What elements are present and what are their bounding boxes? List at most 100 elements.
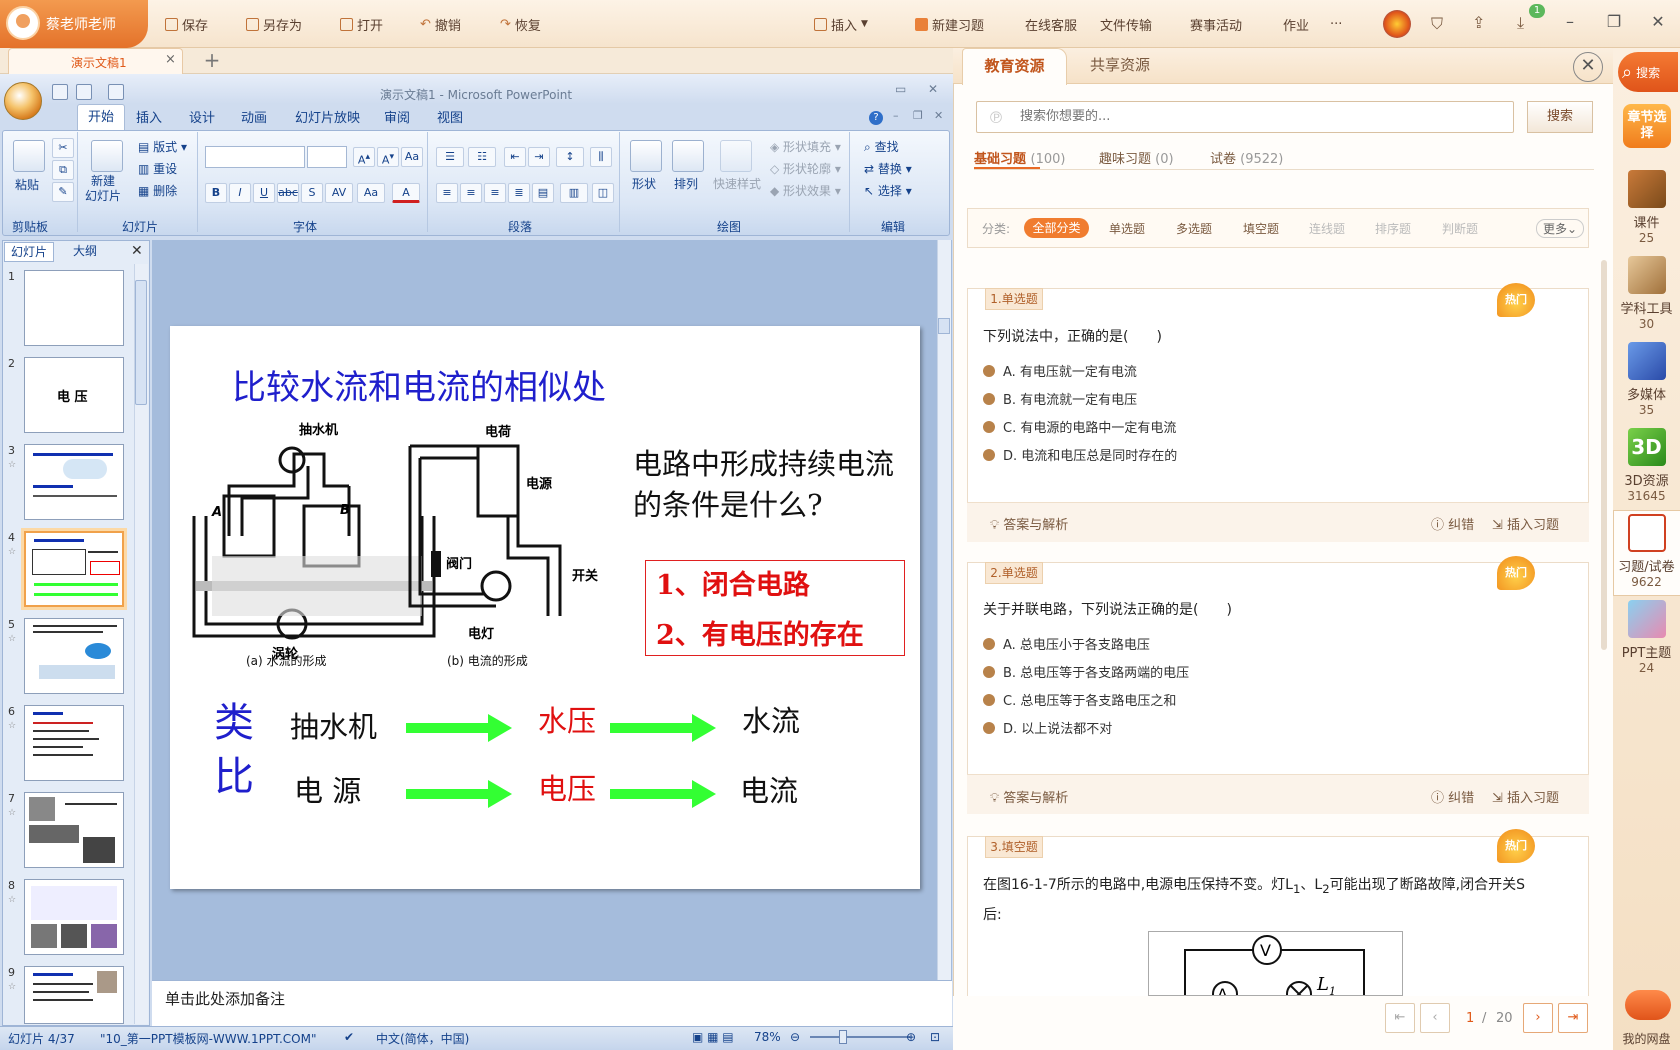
tab-fun-exercises[interactable]: 趣味习题 (0) (1099, 148, 1174, 167)
font-size-select[interactable] (307, 146, 347, 168)
underline-icon[interactable]: U (253, 183, 275, 203)
new-exercise-button[interactable]: 新建习题 (915, 14, 984, 34)
align-left-icon[interactable]: ≡ (436, 183, 458, 203)
pp-close-icon[interactable]: ✕ (928, 82, 938, 96)
answer-analysis-button[interactable]: 💡︎ 答案与解析 (990, 787, 1068, 806)
zoom-in-icon[interactable]: ⊕ (906, 1030, 916, 1044)
char-spacing-icon[interactable]: AV (325, 183, 353, 203)
insert-menu[interactable]: 插入 ▼ (814, 14, 868, 34)
tab-slideshow[interactable]: 幻灯片放映 (295, 107, 360, 126)
search-input[interactable] (1020, 109, 1420, 124)
paste-label[interactable]: 粘贴 (15, 176, 39, 193)
shrink-font-icon[interactable]: A▾ (377, 147, 399, 167)
bullets-icon[interactable]: ☰ (436, 147, 464, 167)
slide-title[interactable]: 比较水流和电流的相似处 (232, 360, 606, 409)
sidebar-item-ppt-themes[interactable]: PPT主题 24 (1613, 600, 1680, 675)
events-button[interactable]: 赛事活动 (1190, 14, 1242, 34)
tab-shared-resources[interactable]: 共享资源 (1070, 48, 1170, 84)
align-center-icon[interactable]: ≡ (460, 183, 482, 203)
change-case-icon[interactable]: Aa (357, 183, 385, 203)
slide-thumbnail-9[interactable] (24, 966, 124, 1024)
slide-thumbnail-3[interactable] (24, 444, 124, 520)
zoom-slider-thumb[interactable] (839, 1030, 847, 1044)
tab-slides[interactable]: 幻灯片 (4, 242, 54, 262)
option-a[interactable]: A. 有电压就一定有电流 (983, 361, 1137, 380)
tab-view[interactable]: 视图 (437, 107, 463, 126)
pp-minimize-icon[interactable]: ▭ (895, 82, 906, 96)
undo-button[interactable]: ↶ 撤销 (420, 14, 461, 34)
font-color-icon[interactable]: A (392, 183, 420, 203)
prev-page-button[interactable]: ‹ (1420, 1003, 1450, 1033)
slide-question[interactable]: 电路中形成持续电流的条件是什么? (633, 444, 913, 526)
format-painter-icon[interactable]: ✎ (52, 182, 74, 202)
panel-close-icon[interactable]: ✕ (1573, 52, 1603, 82)
minimize-icon[interactable]: – (1560, 12, 1580, 32)
clear-format-icon[interactable]: Aa (401, 147, 423, 167)
replace-button[interactable]: ⇄ 替换 ▾ (864, 160, 912, 177)
shapes-label[interactable]: 形状 (632, 175, 656, 192)
filter-all[interactable]: 全部分类 (1024, 218, 1089, 238)
shape-outline-button[interactable]: ◇ 形状轮廓 ▾ (770, 160, 841, 177)
office-button[interactable] (4, 82, 42, 120)
user-box[interactable]: 蔡老师老师 (0, 0, 148, 48)
view-buttons[interactable]: ▣ ▦ ▤ (692, 1030, 734, 1044)
slide-thumbnail-2[interactable]: 电 压 (24, 357, 124, 433)
bold-icon[interactable]: B (205, 183, 227, 203)
slide-thumbnail-6[interactable] (24, 705, 124, 781)
sidebar-item-3d-resources[interactable]: 3D 3D资源 31645 (1613, 428, 1680, 503)
slide-thumbnail-8[interactable] (24, 879, 124, 955)
shapes-icon[interactable] (630, 140, 662, 172)
maximize-icon[interactable]: ❐ (1604, 12, 1624, 32)
shape-fill-button[interactable]: ◈ 形状填充 ▾ (770, 138, 841, 155)
first-page-button[interactable]: ⇤ (1385, 1003, 1415, 1033)
option-b[interactable]: B. 有电流就一定有电压 (983, 389, 1137, 408)
game-avatar-icon[interactable] (1383, 10, 1411, 38)
tab-design[interactable]: 设计 (189, 107, 215, 126)
zoom-slider[interactable] (810, 1036, 910, 1038)
tab-outline[interactable]: 大纲 (56, 242, 114, 262)
copy-icon[interactable]: ⧉ (52, 160, 74, 180)
sidebar-item-exercises[interactable]: 习题/试卷 9622 (1613, 514, 1680, 589)
sidebar-item-courseware[interactable]: 课件 25 (1613, 170, 1680, 245)
notes-placeholder[interactable]: 单击此处添加备注 (165, 988, 285, 1009)
layout-button[interactable]: ▤ 版式 ▾ (138, 138, 187, 155)
decrease-indent-icon[interactable]: ⇤ (504, 147, 526, 167)
delete-button[interactable]: ▦ 删除 (138, 182, 177, 199)
smartart-icon[interactable]: ◫ (592, 183, 614, 203)
slide-thumbnail-4-selected[interactable] (21, 528, 127, 610)
shadow-icon[interactable]: S (301, 183, 323, 203)
new-tab-button[interactable]: + (198, 48, 226, 74)
close-icon[interactable]: ✕ (1648, 12, 1668, 32)
sidebar-item-subject-tools[interactable]: 学科工具 30 (1613, 256, 1680, 331)
insert-exercise-button[interactable]: ⇲ 插入习题 (1492, 787, 1559, 806)
help-icon[interactable]: ? (869, 111, 883, 125)
ribbon-close-icon[interactable]: ✕ (934, 109, 943, 122)
option-d[interactable]: D. 以上说法都不对 (983, 718, 1112, 737)
zoom-level[interactable]: 78% (754, 1030, 781, 1044)
slide-thumbnail-1[interactable] (24, 270, 124, 346)
qa-undo-icon[interactable] (76, 84, 92, 100)
tab-papers[interactable]: 试卷 (9522) (1210, 148, 1283, 167)
tab-close-icon[interactable]: × (165, 52, 176, 67)
filter-matching[interactable]: 连线题 (1309, 220, 1345, 237)
arrange-icon[interactable] (672, 140, 704, 172)
answer-analysis-button[interactable]: 💡︎ 答案与解析 (990, 514, 1068, 533)
arrange-label[interactable]: 排列 (674, 175, 698, 192)
next-page-button[interactable]: › (1523, 1003, 1553, 1033)
spellcheck-icon[interactable]: ✔ (344, 1030, 354, 1044)
filter-fill-blank[interactable]: 填空题 (1243, 220, 1279, 237)
filter-true-false[interactable]: 判断题 (1442, 220, 1478, 237)
line-spacing-icon[interactable]: ↕ (556, 147, 584, 167)
homework-button[interactable]: 作业 (1283, 14, 1309, 34)
strikethrough-icon[interactable]: abc (277, 183, 299, 203)
qa-redo-icon[interactable] (108, 84, 124, 100)
find-button[interactable]: ⌕ 查找 (864, 138, 899, 155)
save-button[interactable]: 保存 (165, 14, 208, 34)
italic-icon[interactable]: I (229, 183, 251, 203)
increase-indent-icon[interactable]: ⇥ (528, 147, 550, 167)
select-button[interactable]: ↖ 选择 ▾ (864, 182, 912, 199)
resource-scrollbar[interactable] (1601, 260, 1607, 650)
shape-effects-button[interactable]: ◆ 形状效果 ▾ (770, 182, 841, 199)
file-transfer-button[interactable]: 文件传输 (1100, 14, 1152, 34)
quick-styles-label[interactable]: 快速样式 (713, 175, 761, 192)
